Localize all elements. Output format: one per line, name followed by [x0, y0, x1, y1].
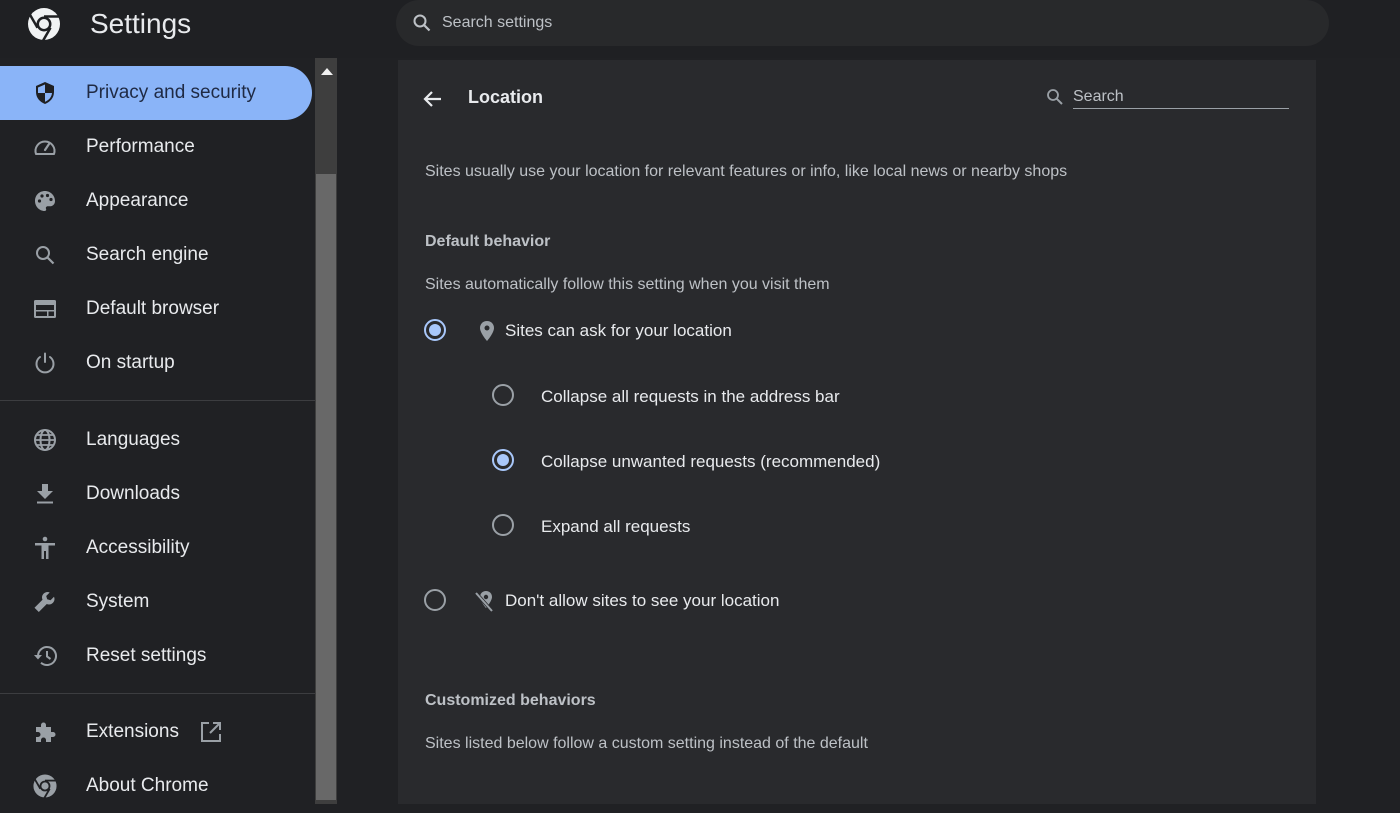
- sidebar-item-about-chrome[interactable]: About Chrome: [0, 759, 312, 813]
- default-behavior-subtext: Sites automatically follow this setting …: [425, 276, 830, 293]
- radio-collapse-all-requests[interactable]: [492, 384, 514, 406]
- sidebar-item-label: Privacy and security: [86, 82, 257, 103]
- customized-behaviors-heading: Customized behaviors: [425, 692, 596, 709]
- sidebar-item-search-engine[interactable]: Search engine: [0, 228, 312, 282]
- sidebar-item-label: Reset settings: [86, 645, 207, 666]
- location-off-icon: [474, 591, 494, 612]
- radio-dont-allow-location[interactable]: [424, 589, 446, 611]
- sidebar-item-label: Performance: [86, 136, 195, 157]
- sidebar-item-label: Default browser: [86, 298, 220, 319]
- power-icon: [32, 350, 58, 376]
- sidebar-scrollbar[interactable]: [315, 58, 337, 804]
- radio-collapse-unwanted-requests[interactable]: [492, 449, 514, 471]
- sidebar-item-label: Extensions: [86, 721, 179, 742]
- back-arrow-icon[interactable]: [420, 86, 446, 112]
- browser-window-icon: [32, 296, 58, 322]
- sidebar-item-label: Search engine: [86, 244, 209, 265]
- wrench-icon: [32, 589, 58, 615]
- sidebar-item-performance[interactable]: Performance: [0, 120, 312, 174]
- open-in-new-icon: [201, 722, 221, 742]
- sidebar-item-extensions[interactable]: Extensions: [0, 705, 312, 759]
- location-search-input[interactable]: [1073, 85, 1289, 109]
- sidebar-item-accessibility[interactable]: Accessibility: [0, 521, 312, 575]
- chrome-icon: [32, 773, 58, 799]
- sidebar-item-label: On startup: [86, 352, 175, 373]
- scrollbar-thumb[interactable]: [316, 174, 336, 800]
- option-expand-all-requests-label[interactable]: Expand all requests: [541, 517, 690, 537]
- app-title: Settings: [90, 8, 192, 39]
- accessibility-icon: [32, 535, 58, 561]
- globe-icon: [32, 427, 58, 453]
- sidebar-item-reset-settings[interactable]: Reset settings: [0, 629, 312, 683]
- sidebar-item-default-browser[interactable]: Default browser: [0, 282, 312, 336]
- scroll-up-arrow-icon[interactable]: [321, 68, 333, 75]
- radio-expand-all-requests[interactable]: [492, 514, 514, 536]
- top-bar: Settings: [0, 0, 1400, 58]
- search-settings-input[interactable]: [442, 14, 1302, 32]
- search-icon: [413, 14, 431, 32]
- option-sites-can-ask-label[interactable]: Sites can ask for your location: [505, 321, 732, 341]
- sidebar-item-downloads[interactable]: Downloads: [0, 467, 312, 521]
- sidebar-item-on-startup[interactable]: On startup: [0, 336, 312, 390]
- customized-behaviors-subtext: Sites listed below follow a custom setti…: [425, 735, 868, 752]
- sidebar-item-label: About Chrome: [86, 775, 209, 796]
- sidebar-item-label: Accessibility: [86, 537, 190, 558]
- default-behavior-heading: Default behavior: [425, 233, 551, 250]
- download-icon: [32, 481, 58, 507]
- option-dont-allow-location-label[interactable]: Don't allow sites to see your location: [505, 591, 779, 611]
- search-icon: [32, 242, 58, 268]
- sidebar-item-label: Appearance: [86, 190, 189, 211]
- sidebar-item-system[interactable]: System: [0, 575, 312, 629]
- page-description: Sites usually use your location for rele…: [425, 163, 1068, 180]
- chrome-logo-icon: [28, 8, 60, 42]
- history-icon: [32, 643, 58, 669]
- location-search[interactable]: [1046, 85, 1290, 109]
- option-collapse-unwanted-requests-label[interactable]: Collapse unwanted requests (recommended): [541, 452, 880, 472]
- sidebar-item-label: Languages: [86, 429, 181, 450]
- puzzle-icon: [32, 719, 58, 745]
- shield-icon: [32, 80, 58, 106]
- speedometer-icon: [32, 134, 58, 160]
- sidebar-divider: [0, 400, 315, 401]
- sidebar-item-languages[interactable]: Languages: [0, 413, 312, 467]
- sidebar: Privacy and security Performance Appeara…: [0, 58, 315, 804]
- option-collapse-all-requests-label[interactable]: Collapse all requests in the address bar: [541, 387, 840, 407]
- sidebar-divider: [0, 693, 315, 694]
- page-title: Location: [468, 87, 543, 107]
- sidebar-item-privacy-and-security[interactable]: Privacy and security: [0, 66, 312, 120]
- sidebar-item-label: System: [86, 591, 150, 612]
- search-settings-bar[interactable]: [396, 0, 1329, 46]
- palette-icon: [32, 188, 58, 214]
- search-icon: [1047, 89, 1063, 105]
- sidebar-item-appearance[interactable]: Appearance: [0, 174, 312, 228]
- sidebar-item-label: Downloads: [86, 483, 180, 504]
- location-pin-icon: [480, 321, 494, 341]
- radio-sites-can-ask[interactable]: [424, 319, 446, 341]
